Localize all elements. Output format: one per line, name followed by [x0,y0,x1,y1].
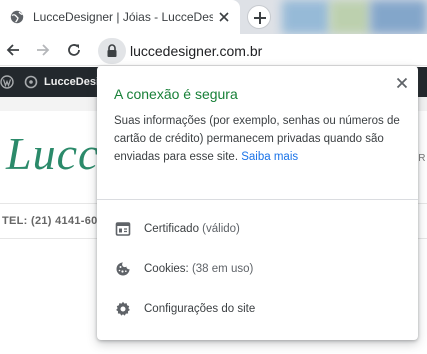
cookies-count: (38 em uso) [191,263,254,275]
certificate-status: (válido) [202,223,240,235]
certificate-title: Certificado [144,223,199,235]
lock-icon [107,44,117,57]
popup-title: A conexão é segura [114,86,238,102]
phone-number: TEL: (21) 4141-6000 [2,215,111,227]
site-info-button[interactable] [98,38,126,64]
blurred-window-thumbnail [330,0,370,34]
forward-arrow-icon[interactable] [34,41,52,59]
tab-strip: LucceDesigner | Jóias - LucceDesigner [0,0,427,34]
connection-security-popup: A conexão é segura Suas informações (por… [97,66,418,340]
tab-title: LucceDesigner | Jóias - LucceDesigner [33,10,213,24]
cookies-row[interactable]: Cookies: (38 em uso) [97,249,418,289]
close-icon[interactable] [217,10,231,24]
back-arrow-icon[interactable] [4,41,22,59]
site-settings-label: Configurações do site [144,303,256,315]
divider [97,199,418,200]
popup-description: Suas informações (por exemplo, senhas ou… [114,112,410,166]
close-icon[interactable] [393,74,411,92]
blurred-window-thumbnail [370,0,427,34]
gear-icon [116,301,130,316]
reload-icon[interactable] [65,41,83,59]
certificate-icon [115,222,131,236]
wordpress-logo-icon[interactable] [0,75,14,89]
globe-icon [10,10,24,24]
browser-tab[interactable]: LucceDesigner | Jóias - LucceDesigner [0,0,240,34]
plus-icon [254,12,266,24]
cookies-label: Cookies: (38 em uso) [144,262,253,276]
certificate-label: Certificado (válido) [144,222,240,236]
new-tab-button[interactable] [247,5,271,29]
site-settings-row[interactable]: Configurações do site [97,289,418,329]
home-icon [24,75,38,89]
blurred-window-thumbnail [282,0,330,34]
learn-more-link[interactable]: Saiba mais [241,151,298,163]
address-bar-url[interactable]: luccedesigner.com.br [130,43,262,59]
certificate-row[interactable]: Certificado (válido) [97,209,418,249]
cookie-icon [116,262,130,276]
cookies-title: Cookies: [144,263,189,275]
